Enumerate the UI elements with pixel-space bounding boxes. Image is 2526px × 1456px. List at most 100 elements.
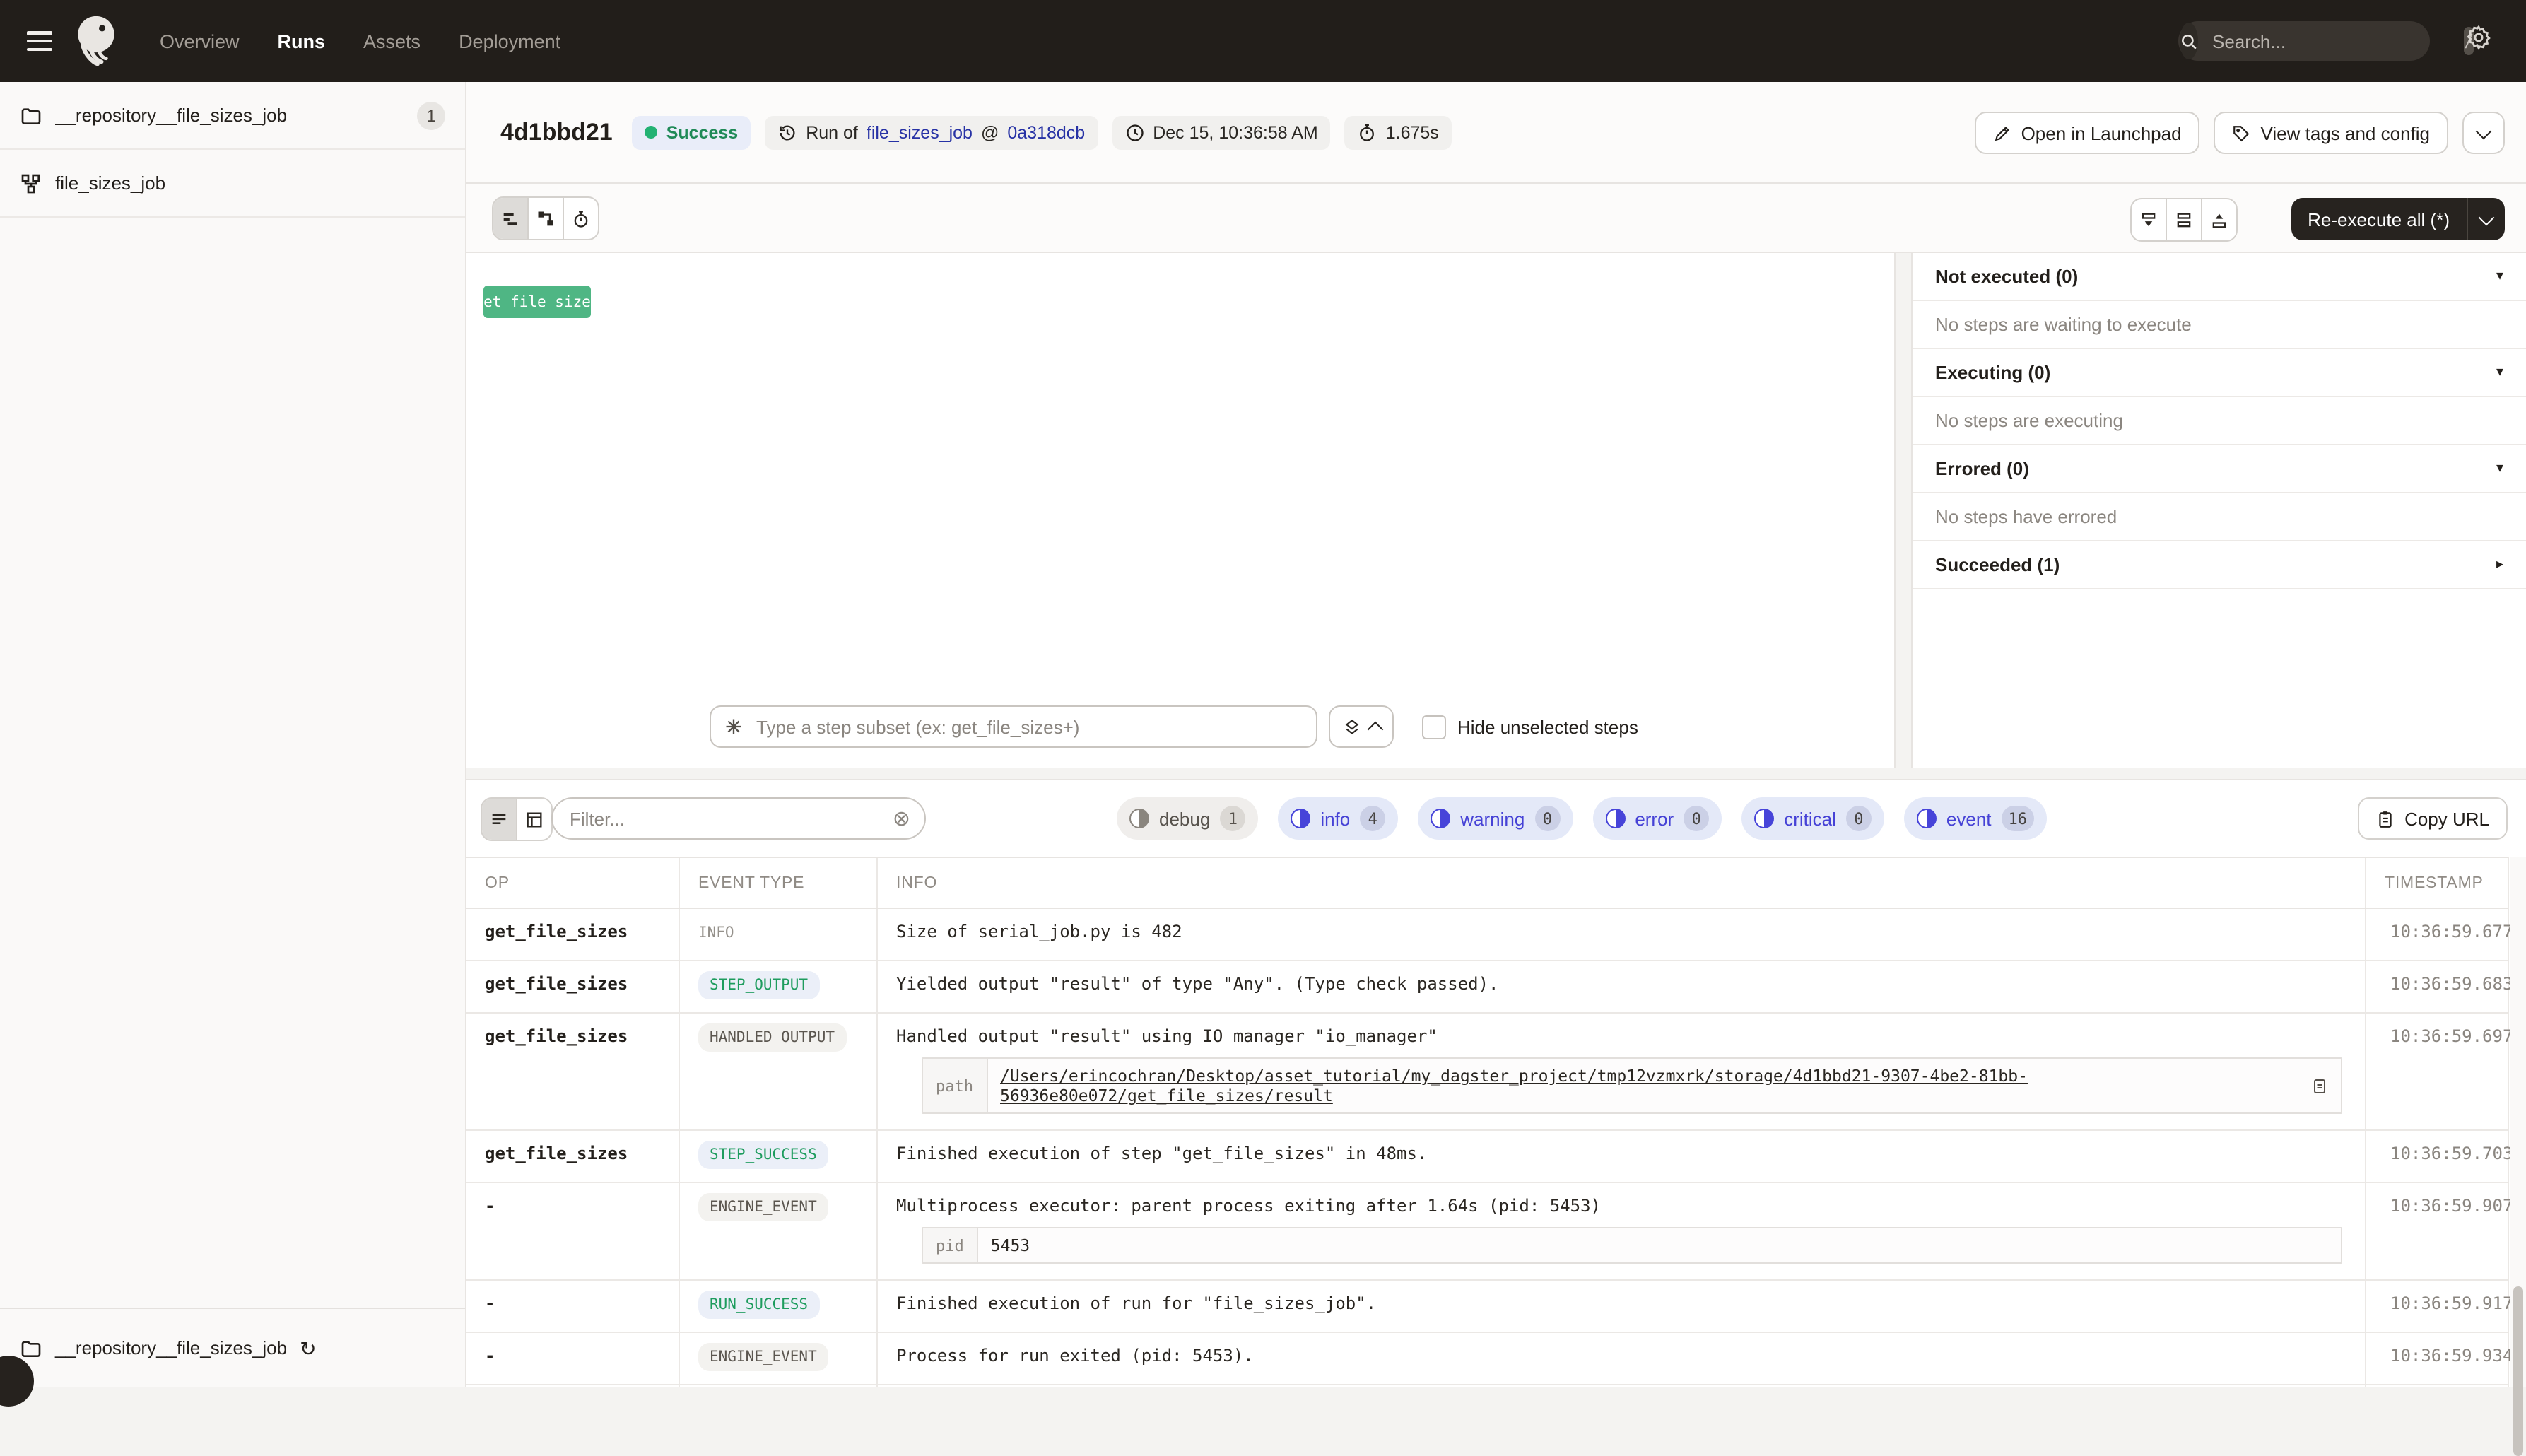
gantt-step-bar[interactable]: get_file_sizes bbox=[483, 286, 591, 318]
column-header-op: OP bbox=[466, 858, 679, 908]
log-op-cell: - bbox=[466, 1281, 679, 1332]
log-structured-view-button[interactable] bbox=[517, 799, 551, 840]
log-level-toggle-event[interactable]: event16 bbox=[1904, 797, 2047, 840]
step-subset-input[interactable] bbox=[753, 715, 1303, 739]
sidebar-footer-repo[interactable]: __repository__file_sizes_job ↻ bbox=[0, 1308, 465, 1387]
metadata-key: pid bbox=[923, 1228, 978, 1262]
event-type-badge: HANDLED_OUTPUT bbox=[698, 1023, 846, 1052]
log-filter-input[interactable] bbox=[567, 806, 893, 830]
log-level-count: 0 bbox=[1684, 806, 1709, 831]
copy-path-icon[interactable] bbox=[2311, 1077, 2328, 1094]
toggle-icon bbox=[1917, 809, 1937, 828]
folder-icon bbox=[20, 1337, 42, 1359]
step-status-section-body: No steps are waiting to execute bbox=[1913, 301, 2526, 349]
log-level-toggle-error[interactable]: error 0 bbox=[1592, 797, 1722, 840]
step-status-section-title: Executing (0) bbox=[1935, 362, 2050, 383]
commit-link[interactable]: 0a318dcb bbox=[1007, 122, 1085, 142]
log-level-label: warning bbox=[1460, 808, 1525, 829]
log-row[interactable]: -ENGINE_EVENTMultiprocess executor: pare… bbox=[466, 1183, 2508, 1281]
graph-query-toggle-button[interactable] bbox=[1329, 705, 1394, 748]
reload-icon[interactable]: ↻ bbox=[300, 1338, 316, 1358]
log-op-cell: - bbox=[466, 1333, 679, 1384]
nav-item-runs[interactable]: Runs bbox=[278, 30, 326, 52]
log-level-count: 16 bbox=[2002, 806, 2035, 831]
sidebar-item-job[interactable]: file_sizes_job bbox=[0, 150, 465, 218]
expand-top-panel-button[interactable] bbox=[2202, 199, 2236, 240]
log-row[interactable]: -RUN_SUCCESSFinished execution of run fo… bbox=[466, 1281, 2508, 1333]
gantt-waterfall-view-button[interactable] bbox=[529, 198, 564, 239]
log-level-count: 0 bbox=[1534, 806, 1560, 831]
step-status-section-header[interactable]: Succeeded (1)▸ bbox=[1913, 541, 2526, 589]
metadata-key: path bbox=[923, 1059, 987, 1112]
log-table-header: OPEVENT TYPEINFOTIMESTAMP bbox=[466, 858, 2508, 909]
structured-view-icon bbox=[524, 809, 544, 829]
log-level-toggle-debug[interactable]: debug1 bbox=[1117, 797, 1258, 840]
log-list-view-button[interactable] bbox=[482, 799, 517, 840]
log-op-cell: - bbox=[466, 1183, 679, 1279]
step-status-section-header[interactable]: Errored (0)▾ bbox=[1913, 445, 2526, 493]
log-op-cell: get_file_sizes bbox=[466, 1014, 679, 1129]
toggle-icon bbox=[1605, 809, 1625, 828]
metadata-path-link[interactable]: /Users/erincochran/Desktop/asset_tutoria… bbox=[1000, 1066, 2301, 1105]
log-row[interactable]: -ENGINE_EVENTProcess for run exited (pid… bbox=[466, 1333, 2508, 1385]
log-row[interactable]: get_file_sizesHANDLED_OUTPUTHandled outp… bbox=[466, 1014, 2508, 1131]
log-op-cell: get_file_sizes bbox=[466, 1131, 679, 1182]
log-level-count: 0 bbox=[1846, 806, 1872, 831]
log-level-label: critical bbox=[1784, 808, 1836, 829]
nav-item-overview[interactable]: Overview bbox=[160, 30, 240, 52]
log-level-toggle-critical[interactable]: critical 0 bbox=[1741, 797, 1884, 840]
log-level-toggle-warning[interactable]: warning 0 bbox=[1418, 797, 1573, 840]
log-info-text: Size of serial_job.py is 482 bbox=[896, 922, 2346, 941]
job-link[interactable]: file_sizes_job bbox=[867, 122, 973, 142]
status-dot-icon bbox=[645, 126, 658, 139]
re-execute-all-button[interactable]: Re-execute all (*) bbox=[2291, 198, 2468, 240]
step-subset-field bbox=[710, 705, 1317, 748]
more-actions-button[interactable] bbox=[2462, 112, 2505, 154]
copy-path-button[interactable] bbox=[2311, 1077, 2328, 1094]
open-in-launchpad-button[interactable]: Open in Launchpad bbox=[1975, 112, 2200, 154]
log-filter-row: ⊗ debug1 info4 warning 0 error 0 critical 0 even… bbox=[466, 780, 2526, 857]
dagster-logo[interactable] bbox=[69, 11, 123, 71]
nav-item-deployment[interactable]: Deployment bbox=[459, 30, 560, 52]
log-row[interactable]: get_file_sizesSTEP_SUCCESSFinished execu… bbox=[466, 1131, 2508, 1183]
log-timestamp-cell: 10:36:59.917 bbox=[2365, 1281, 2509, 1332]
job-graph-icon bbox=[20, 172, 42, 194]
log-view-switcher bbox=[481, 797, 553, 841]
step-status-section-header[interactable]: Executing (0)▾ bbox=[1913, 349, 2526, 397]
gear-icon[interactable] bbox=[2465, 24, 2492, 51]
clear-filter-icon[interactable]: ⊗ bbox=[893, 808, 910, 829]
copy-url-button[interactable]: Copy URL bbox=[2358, 797, 2508, 840]
search-input[interactable] bbox=[2209, 29, 2464, 53]
chevron-down-icon: ▾ bbox=[2496, 269, 2503, 284]
log-event-type-cell: HANDLED_OUTPUT bbox=[679, 1014, 876, 1129]
expand-up-icon bbox=[2209, 210, 2229, 230]
event-type-badge: STEP_OUTPUT bbox=[698, 971, 819, 999]
toggle-icon bbox=[1754, 809, 1774, 828]
split-panels-button[interactable] bbox=[2167, 199, 2202, 240]
chevron-up-icon bbox=[1367, 722, 1383, 738]
op-selector-icon bbox=[724, 717, 744, 736]
step-status-section-body: No steps are executing bbox=[1913, 397, 2526, 445]
expand-bottom-panel-button[interactable] bbox=[2132, 199, 2167, 240]
log-scrollbar-thumb[interactable] bbox=[2513, 1286, 2523, 1456]
step-status-section-header[interactable]: Not executed (0)▾ bbox=[1913, 253, 2526, 301]
re-execute-dropdown-button[interactable] bbox=[2468, 198, 2505, 240]
gantt-timed-view-button[interactable] bbox=[564, 198, 598, 239]
global-search[interactable]: / bbox=[2178, 21, 2430, 61]
log-row[interactable]: get_file_sizesINFOSize of serial_job.py … bbox=[466, 909, 2508, 961]
log-level-toggle-info[interactable]: info4 bbox=[1278, 797, 1398, 840]
log-level-label: error bbox=[1635, 808, 1674, 829]
log-timestamp-cell: 10:36:59.683 bbox=[2365, 961, 2509, 1012]
hamburger-menu-icon[interactable] bbox=[27, 31, 52, 51]
hide-unselected-label: Hide unselected steps bbox=[1457, 716, 1638, 737]
log-level-count: 1 bbox=[1220, 806, 1245, 831]
log-row[interactable]: get_file_sizesSTEP_OUTPUTYielded output … bbox=[466, 961, 2508, 1014]
hide-unselected-checkbox[interactable] bbox=[1422, 715, 1446, 739]
view-tags-config-button[interactable]: View tags and config bbox=[2214, 112, 2448, 154]
metadata-value: /Users/erincochran/Desktop/asset_tutoria… bbox=[987, 1059, 2341, 1112]
nav-item-assets[interactable]: Assets bbox=[363, 30, 421, 52]
sidebar-item-repository[interactable]: __repository__file_sizes_job 1 bbox=[0, 82, 465, 150]
log-info-cell: Process for run exited (pid: 5453). bbox=[876, 1333, 2365, 1384]
step-status-section-body: No steps have errored bbox=[1913, 493, 2526, 541]
gantt-flat-view-button[interactable] bbox=[493, 198, 529, 239]
